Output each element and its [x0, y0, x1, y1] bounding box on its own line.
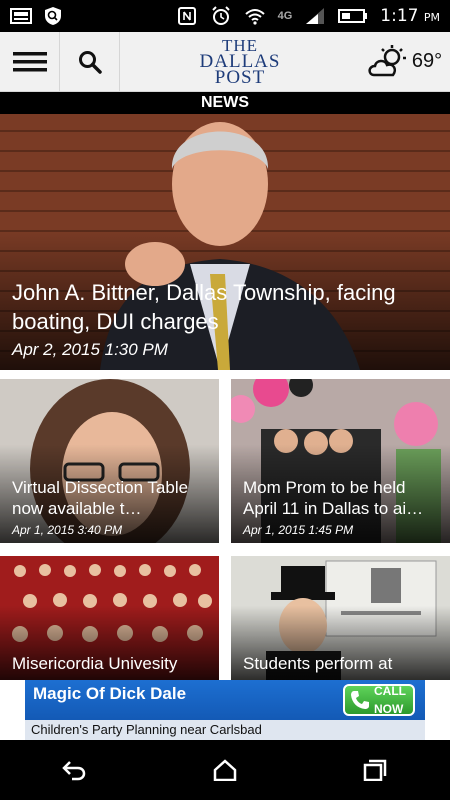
weather-widget[interactable]: 69°: [360, 32, 450, 91]
article-card[interactable]: Mom Prom to be held April 11 in Dallas t…: [231, 379, 450, 543]
article-card[interactable]: Virtual Dissection Table now available t…: [0, 379, 219, 543]
ad-title: Magic Of Dick Dale: [33, 684, 187, 703]
hero-title[interactable]: John A. Bittner, Dallas Township, facing…: [12, 278, 438, 336]
app-header: THE DALLAS POST 69°: [0, 32, 450, 92]
article-card[interactable]: Misericordia Univesity: [0, 556, 219, 680]
hero-caption: John A. Bittner, Dallas Township, facing…: [12, 278, 438, 360]
screen: 4G 1:17 PM THE DALLAS POST 69° NEWS John…: [0, 0, 450, 800]
article-caption: Mom Prom to be held April 11 in Dallas t…: [243, 477, 442, 537]
article-title: Mom Prom to be held April 11 in Dallas t…: [243, 478, 424, 518]
nfc-icon: [176, 7, 198, 25]
temperature: 69°: [411, 50, 443, 72]
call-now-button[interactable]: CALL NOW: [343, 684, 415, 716]
article-caption: Misericordia Univesity: [12, 653, 211, 674]
article-date: Apr 1, 2015 1:45 PM: [243, 523, 354, 537]
dallas-post-logo[interactable]: THE DALLAS POST: [120, 32, 360, 91]
hero-article[interactable]: John A. Bittner, Dallas Township, facing…: [0, 114, 450, 370]
signal-icon: [304, 7, 326, 25]
system-nav-bar: [0, 740, 450, 800]
call-label: CALL: [374, 684, 406, 698]
partly-cloudy-icon: [368, 44, 406, 76]
article-caption: Students perform at: [243, 653, 442, 674]
clock-time: 1:17: [380, 6, 419, 26]
back-button[interactable]: [45, 740, 105, 800]
menu-button[interactable]: [0, 32, 60, 92]
search-button[interactable]: [60, 32, 120, 92]
battery-icon: [338, 7, 368, 25]
now-label: NOW: [374, 702, 404, 716]
shield-icon: [42, 7, 64, 25]
gallery-icon: [10, 7, 32, 25]
logo-line-3: POST: [214, 66, 266, 88]
network-type: 4G: [277, 10, 293, 22]
article-date: Apr 1, 2015 3:40 PM: [12, 523, 123, 537]
recent-apps-icon: [363, 759, 387, 781]
back-icon: [62, 761, 86, 781]
hamburger-menu-icon: [12, 52, 47, 72]
wifi-icon: [244, 7, 266, 25]
article-card[interactable]: Students perform at: [231, 556, 450, 680]
article-caption: Virtual Dissection Table now available t…: [12, 477, 211, 537]
section-title: NEWS: [0, 92, 450, 114]
article-title: Virtual Dissection Table now available t…: [12, 478, 189, 518]
clock-ampm: PM: [423, 11, 440, 24]
home-button[interactable]: [195, 740, 255, 800]
recent-apps-button[interactable]: [345, 740, 405, 800]
ad-banner[interactable]: Magic Of Dick Dale CALL NOW Children's P…: [25, 680, 425, 740]
clock: 1:17 PM: [380, 6, 440, 26]
article-title: Misericordia Univesity: [12, 654, 178, 673]
alarm-icon: [210, 6, 232, 25]
hero-date: Apr 2, 2015 1:30 PM: [12, 340, 168, 359]
article-title: Students perform at: [243, 654, 393, 673]
phone-icon: [351, 691, 369, 709]
ad-subtitle: Children's Party Planning near Carlsbad: [25, 720, 425, 740]
search-icon: [78, 51, 102, 74]
home-icon: [213, 759, 237, 781]
status-bar: 4G 1:17 PM: [0, 0, 450, 32]
